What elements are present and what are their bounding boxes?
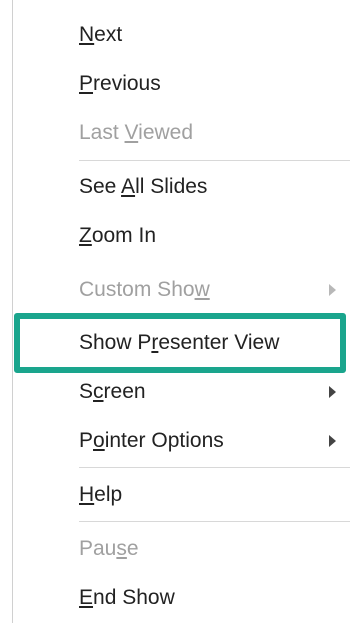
submenu-arrow-icon: [329, 386, 336, 398]
menu-item-label: Zoom In: [79, 224, 157, 247]
menu-item-help[interactable]: Help: [13, 472, 350, 518]
menu-item-pointer-options[interactable]: Pointer Options: [13, 418, 350, 464]
menu-item-last-viewed: Last Viewed: [13, 110, 350, 156]
menu-item-label: Show Presenter View: [79, 331, 280, 354]
submenu-arrow-icon: [329, 435, 336, 447]
menu-separator: [79, 160, 350, 161]
menu-item-label: Screen: [79, 380, 146, 403]
menu-item-previous[interactable]: Previous: [13, 61, 350, 107]
menu-item-screen[interactable]: Screen: [13, 369, 350, 415]
menu-separator: [79, 467, 350, 468]
menu-item-end-show[interactable]: End Show: [13, 575, 350, 621]
menu-separator: [79, 521, 350, 522]
context-menu: Next Previous Last Viewed See All Slides…: [12, 0, 350, 623]
menu-item-custom-show: Custom Show: [13, 267, 350, 313]
menu-item-show-presenter-view[interactable]: Show Presenter View: [13, 320, 350, 366]
menu-item-label: Custom Show: [79, 278, 210, 301]
menu-item-next[interactable]: Next: [13, 12, 350, 58]
menu-item-label: End Show: [79, 586, 175, 609]
menu-item-label: See All Slides: [79, 175, 208, 198]
menu-item-label: Next: [79, 23, 123, 46]
menu-item-label: Help: [79, 483, 123, 506]
menu-item-pause: Pause: [13, 526, 350, 572]
menu-item-label: Previous: [79, 72, 161, 95]
menu-item-label: Last Viewed: [79, 121, 194, 144]
submenu-arrow-icon: [329, 284, 336, 296]
menu-item-label: Pointer Options: [79, 429, 224, 452]
menu-item-zoom-in[interactable]: Zoom In: [13, 213, 350, 259]
menu-item-see-all-slides[interactable]: See All Slides: [13, 164, 350, 210]
menu-item-label: Pause: [79, 537, 139, 560]
